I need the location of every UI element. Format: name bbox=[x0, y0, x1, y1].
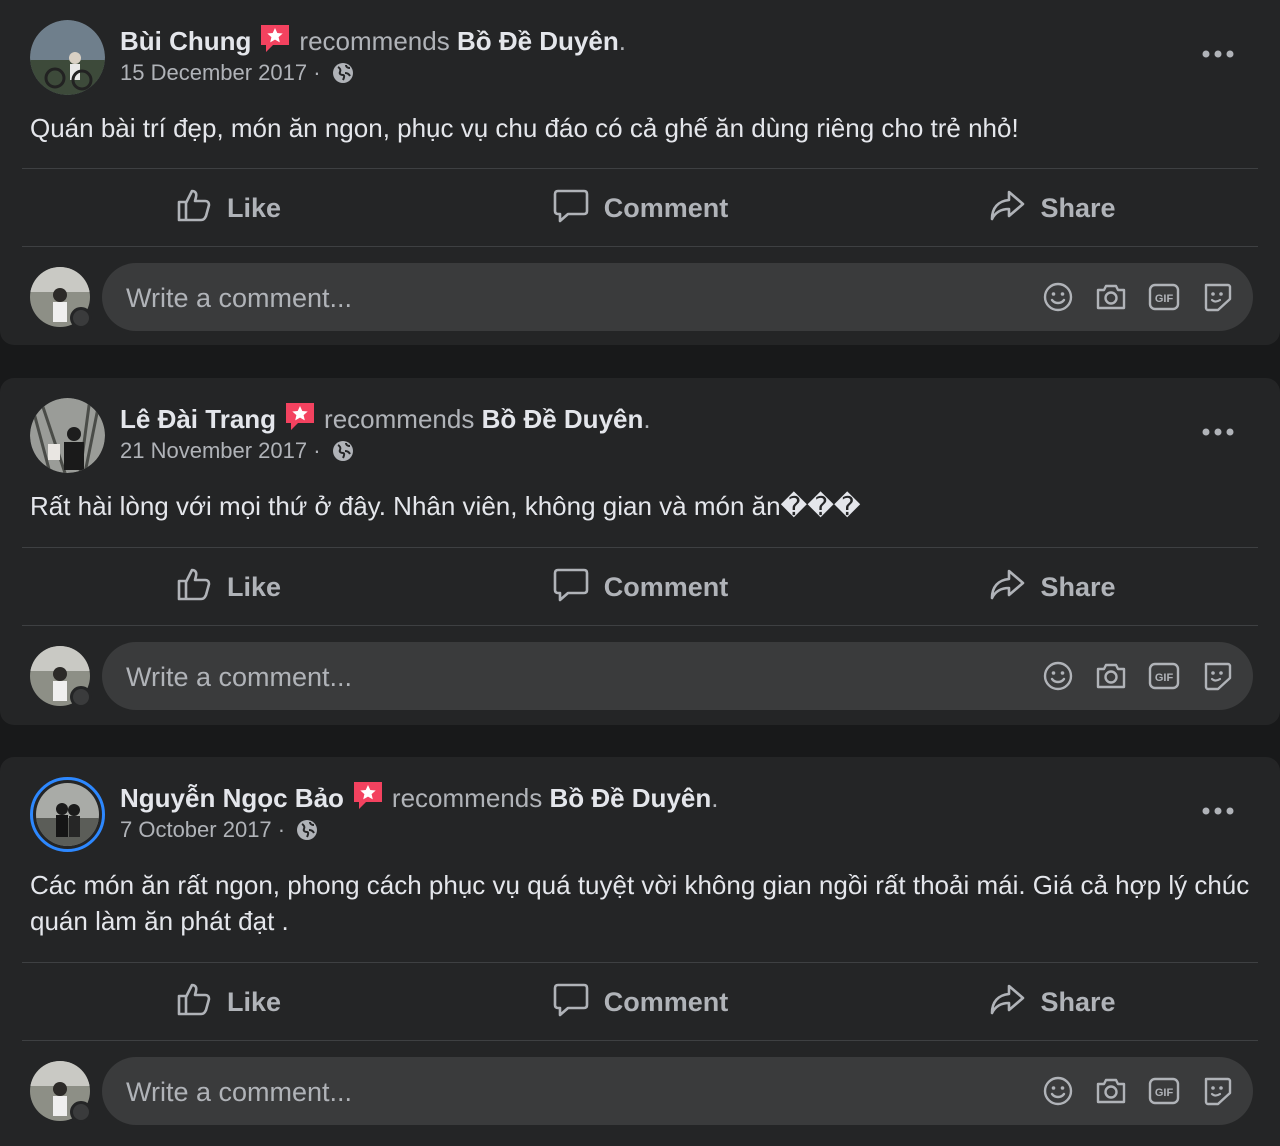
share-arrow-icon bbox=[988, 980, 1040, 1025]
thumbs-up-icon bbox=[175, 186, 227, 231]
post-text: Rất hài lòng với mọi thứ ở đây. Nhân viê… bbox=[30, 491, 861, 521]
speech-bubble-icon bbox=[552, 565, 604, 610]
sticker-icon[interactable] bbox=[1199, 1073, 1235, 1109]
comment-input[interactable] bbox=[124, 1057, 808, 1127]
current-user-avatar[interactable] bbox=[30, 646, 92, 708]
post-header: Nguyễn Ngọc Bảo recommends Bồ Đề Duyên. bbox=[120, 779, 718, 815]
speech-bubble-icon bbox=[552, 186, 604, 231]
post-card: Nguyễn Ngọc Bảo recommends Bồ Đề Duyên. 7… bbox=[0, 757, 1280, 1146]
post-date: 21 November 2017 · bbox=[120, 436, 355, 466]
post-timestamp[interactable]: 7 October 2017 bbox=[120, 817, 272, 842]
post-actions: Like Comment Share bbox=[22, 964, 1258, 1040]
comment-composer: GIF bbox=[102, 1057, 1253, 1127]
recommend-badge-icon bbox=[284, 400, 316, 432]
emoji-icon[interactable] bbox=[1040, 279, 1076, 315]
divider bbox=[22, 547, 1258, 548]
globe-icon[interactable] bbox=[331, 439, 355, 463]
post-actions: Like Comment Share bbox=[22, 170, 1258, 246]
divider bbox=[22, 625, 1258, 626]
status-dot bbox=[70, 307, 92, 329]
post-actions: Like Comment Share bbox=[22, 549, 1258, 625]
share-arrow-icon bbox=[988, 186, 1040, 231]
author-name[interactable]: Bùi Chung bbox=[120, 26, 251, 56]
svg-text:GIF: GIF bbox=[1155, 672, 1174, 684]
page-name[interactable]: Bồ Đề Duyên bbox=[549, 783, 711, 813]
globe-icon[interactable] bbox=[331, 61, 355, 85]
divider bbox=[22, 962, 1258, 963]
comment-button[interactable]: Comment bbox=[434, 549, 846, 625]
author-avatar[interactable] bbox=[30, 777, 105, 852]
post-text: Quán bài trí đẹp, món ăn ngon, phục vụ c… bbox=[30, 113, 1019, 143]
share-button[interactable]: Share bbox=[846, 964, 1258, 1040]
gif-icon[interactable]: GIF bbox=[1146, 658, 1182, 694]
recommends-text: recommends bbox=[324, 404, 475, 434]
post-timestamp[interactable]: 15 December 2017 bbox=[120, 60, 307, 85]
camera-icon[interactable] bbox=[1093, 1073, 1129, 1109]
emoji-icon[interactable] bbox=[1040, 1073, 1076, 1109]
post-date: 15 December 2017 · bbox=[120, 58, 355, 88]
comment-button[interactable]: Comment bbox=[434, 170, 846, 246]
recommend-badge-icon bbox=[259, 22, 291, 54]
post-text: Các món ăn rất ngon, phong cách phục vụ … bbox=[30, 870, 1250, 936]
more-options-icon[interactable] bbox=[1200, 40, 1236, 68]
current-user-avatar[interactable] bbox=[30, 267, 92, 329]
author-name[interactable]: Lê Đài Trang bbox=[120, 404, 276, 434]
post-header: Bùi Chung recommends Bồ Đề Duyên. bbox=[120, 22, 626, 58]
page-name[interactable]: Bồ Đề Duyên bbox=[457, 26, 619, 56]
divider bbox=[22, 246, 1258, 247]
comment-input[interactable] bbox=[124, 263, 808, 333]
sticker-icon[interactable] bbox=[1199, 658, 1235, 694]
recommend-badge-icon bbox=[352, 779, 384, 811]
share-button[interactable]: Share bbox=[846, 170, 1258, 246]
author-name[interactable]: Nguyễn Ngọc Bảo bbox=[120, 783, 344, 813]
post-card: Lê Đài Trang recommends Bồ Đề Duyên. 21 N… bbox=[0, 378, 1280, 725]
recommends-text: recommends bbox=[299, 26, 450, 56]
gif-icon[interactable]: GIF bbox=[1146, 279, 1182, 315]
comment-composer: GIF bbox=[102, 263, 1253, 333]
emoji-icon[interactable] bbox=[1040, 658, 1076, 694]
share-button[interactable]: Share bbox=[846, 549, 1258, 625]
gif-icon[interactable]: GIF bbox=[1146, 1073, 1182, 1109]
author-avatar[interactable] bbox=[30, 398, 105, 473]
status-dot bbox=[70, 1101, 92, 1123]
author-avatar[interactable] bbox=[30, 20, 105, 95]
more-options-icon[interactable] bbox=[1200, 797, 1236, 825]
comment-button[interactable]: Comment bbox=[434, 964, 846, 1040]
share-arrow-icon bbox=[988, 565, 1040, 610]
comment-composer: GIF bbox=[102, 642, 1253, 712]
recommends-text: recommends bbox=[391, 783, 543, 813]
current-user-avatar[interactable] bbox=[30, 1061, 92, 1123]
post-card: Bùi Chung recommends Bồ Đề Duyên. 15 Dece… bbox=[0, 0, 1280, 345]
page-name[interactable]: Bồ Đề Duyên bbox=[482, 404, 644, 434]
speech-bubble-icon bbox=[552, 980, 604, 1025]
comment-input[interactable] bbox=[124, 642, 808, 712]
like-button[interactable]: Like bbox=[22, 549, 434, 625]
post-header: Lê Đài Trang recommends Bồ Đề Duyên. bbox=[120, 400, 651, 436]
globe-icon[interactable] bbox=[295, 818, 319, 842]
thumbs-up-icon bbox=[175, 980, 227, 1025]
camera-icon[interactable] bbox=[1093, 658, 1129, 694]
more-options-icon[interactable] bbox=[1200, 418, 1236, 446]
post-timestamp[interactable]: 21 November 2017 bbox=[120, 438, 307, 463]
thumbs-up-icon bbox=[175, 565, 227, 610]
divider bbox=[22, 168, 1258, 169]
sticker-icon[interactable] bbox=[1199, 279, 1235, 315]
like-button[interactable]: Like bbox=[22, 170, 434, 246]
divider bbox=[22, 1040, 1258, 1041]
svg-text:GIF: GIF bbox=[1155, 1087, 1174, 1099]
status-dot bbox=[70, 686, 92, 708]
post-date: 7 October 2017 · bbox=[120, 815, 319, 845]
like-button[interactable]: Like bbox=[22, 964, 434, 1040]
svg-text:GIF: GIF bbox=[1155, 293, 1174, 305]
camera-icon[interactable] bbox=[1093, 279, 1129, 315]
